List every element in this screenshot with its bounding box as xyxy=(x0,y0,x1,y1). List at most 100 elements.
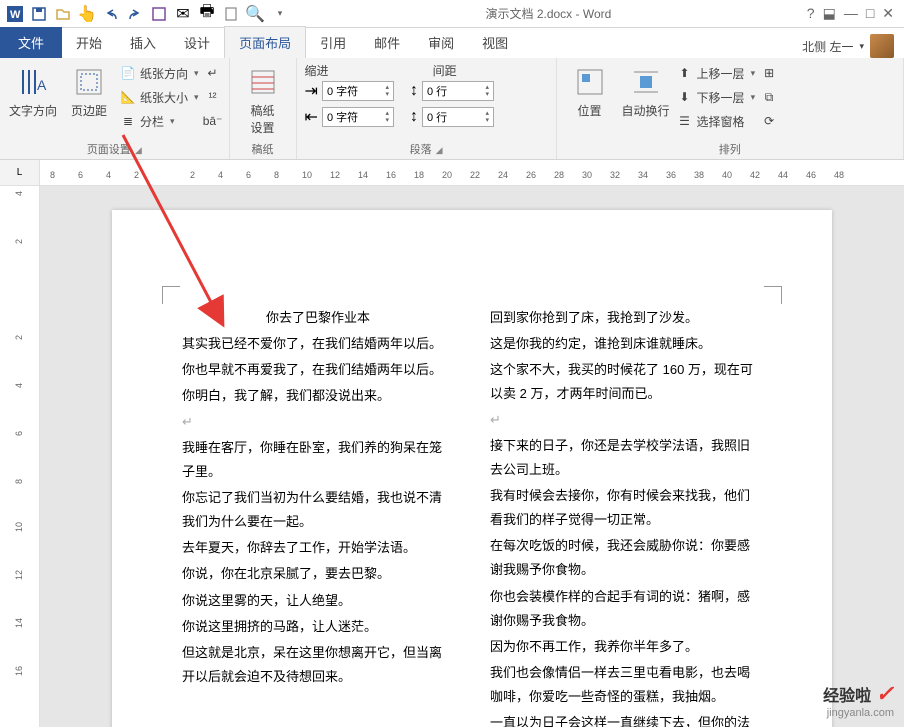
word-app-icon[interactable]: W xyxy=(4,3,26,25)
user-name[interactable]: 北侧 左一 xyxy=(802,38,853,55)
indent-left-input[interactable]: 0 字符▴▾ xyxy=(322,81,394,101)
paragraph[interactable]: 你说这里雾的天，让人绝望。 xyxy=(182,589,454,613)
document-title: 演示文档 2.docx - Word xyxy=(485,5,611,22)
paragraph[interactable]: 我睡在客厅，你睡在卧室，我们养的狗呆在笼子里。 xyxy=(182,436,454,484)
send-backward-button[interactable]: ⬇下移一层 xyxy=(677,86,756,108)
margin-corner-tl xyxy=(162,286,180,304)
paragraph[interactable]: 你说这里拥挤的马路，让人迷茫。 xyxy=(182,615,454,639)
indent-left-icon: ⇥ xyxy=(305,81,318,101)
paragraph[interactable]: 回到家你抢到了床，我抢到了沙发。 xyxy=(490,306,762,330)
title-bar: W 👆 ✉ 🖶 🔍 演示文档 2.docx - Word ? ⬓ — □ ✕ xyxy=(0,0,904,28)
email-icon[interactable]: ✉ xyxy=(172,3,194,25)
help-icon[interactable]: ? xyxy=(807,5,815,22)
redo-icon[interactable] xyxy=(124,3,146,25)
manuscript-settings-button[interactable]: 稿纸 设置 xyxy=(238,62,288,136)
page-setup-dialog-launcher[interactable]: ◢ xyxy=(135,145,142,155)
touch-mode-icon[interactable]: 👆 xyxy=(76,3,98,25)
ribbon: A 文字方向 页边距 📄纸张方向 📐纸张大小 ≣分栏 ↵ ¹² bā⁻ 页面设置… xyxy=(0,58,904,160)
file-tab[interactable]: 文件 xyxy=(0,27,62,58)
text-column-1[interactable]: 你去了巴黎作业本 其实我已经不爱你了，在我们结婚两年以后。你也早就不再爱我了，在… xyxy=(182,306,454,727)
wrap-text-button[interactable]: 自动换行 xyxy=(621,62,671,119)
page-canvas[interactable]: 你去了巴黎作业本 其实我已经不爱你了，在我们结婚两年以后。你也早就不再爱我了，在… xyxy=(40,186,904,727)
position-button[interactable]: 位置 xyxy=(565,62,615,119)
paragraph[interactable]: 你说，你在北京呆腻了，要去巴黎。 xyxy=(182,562,454,586)
paragraph[interactable]: 去年夏天，你辞去了工作，开始学法语。 xyxy=(182,536,454,560)
indent-header: 缩进 xyxy=(305,62,329,79)
tab-page-layout[interactable]: 页面布局 xyxy=(224,26,306,58)
paragraph[interactable]: 但这就是北京，呆在这里你想离开它，但当离开以后就会迫不及待想回来。 xyxy=(182,641,454,689)
bring-forward-button[interactable]: ⬆上移一层 xyxy=(677,62,756,84)
tab-mailings[interactable]: 邮件 xyxy=(360,27,414,58)
paragraph[interactable]: 一直以为日子会这样一直继续下去，但你的法语越来越好，已经可以看懂让·雷诺的电影字… xyxy=(490,711,762,727)
paragraph[interactable]: ↵ xyxy=(182,410,454,434)
align-icon[interactable]: ⊞ xyxy=(761,62,777,84)
group-page-setup: A 文字方向 页边距 📄纸张方向 📐纸张大小 ≣分栏 ↵ ¹² bā⁻ 页面设置… xyxy=(0,58,230,159)
quick-print-icon[interactable]: 🖶 xyxy=(196,3,218,25)
user-avatar-icon[interactable] xyxy=(870,34,894,58)
print-preview-icon[interactable]: 🔍 xyxy=(244,3,266,25)
document-page[interactable]: 你去了巴黎作业本 其实我已经不爱你了，在我们结婚两年以后。你也早就不再爱我了，在… xyxy=(112,210,832,727)
watermark: 经验啦 ✓ jingyanla.com xyxy=(823,681,894,719)
spacing-before-icon: ↕ xyxy=(410,82,418,100)
maximize-icon[interactable]: □ xyxy=(866,5,874,22)
paragraph[interactable]: 你明白，我了解，我们都没说出来。 xyxy=(182,384,454,408)
group-objects-icon[interactable]: ⧉ xyxy=(761,86,777,108)
svg-text:W: W xyxy=(10,9,21,21)
tab-home[interactable]: 开始 xyxy=(62,27,116,58)
user-area: 北侧 左一 ▾ xyxy=(802,34,904,58)
indent-right-input[interactable]: 0 字符▴▾ xyxy=(322,107,394,127)
paragraph[interactable]: 你也早就不再爱我了，在我们结婚两年以后。 xyxy=(182,358,454,382)
tab-references[interactable]: 引用 xyxy=(306,27,360,58)
open-icon[interactable] xyxy=(52,3,74,25)
hyphenation-icon[interactable]: bā⁻ xyxy=(205,110,221,132)
undo-icon[interactable] xyxy=(100,3,122,25)
tab-review[interactable]: 审阅 xyxy=(414,27,468,58)
tab-insert[interactable]: 插入 xyxy=(116,27,170,58)
svg-text:A: A xyxy=(37,77,47,93)
paragraph[interactable]: 这是你我的约定，谁抢到床谁就睡床。 xyxy=(490,332,762,356)
margins-button[interactable]: 页边距 xyxy=(64,62,114,119)
line-numbers-icon[interactable]: ¹² xyxy=(205,86,221,108)
group-manuscript: 稿纸 设置 稿纸 xyxy=(230,58,297,159)
paragraph-dialog-launcher[interactable]: ◢ xyxy=(436,145,443,155)
spacing-before-input[interactable]: 0 行▴▾ xyxy=(422,81,494,101)
vertical-ruler[interactable]: 42246810121416 xyxy=(0,186,40,727)
orientation-button[interactable]: 📄纸张方向 xyxy=(120,62,199,84)
paragraph[interactable]: 你忘记了我们当初为什么要结婚，我也说不清我们为什么要在一起。 xyxy=(182,486,454,534)
ribbon-display-icon[interactable]: ⬓ xyxy=(823,5,836,22)
breaks-icon[interactable]: ↵ xyxy=(205,62,221,84)
window-controls: ? ⬓ — □ ✕ xyxy=(807,5,900,22)
paper-size-button[interactable]: 📐纸张大小 xyxy=(120,86,199,108)
paragraph[interactable]: 我们也会像情侣一样去三里屯看电影，也去喝咖啡，你爱吃一些奇怪的蛋糕，我抽烟。 xyxy=(490,661,762,709)
document-area: 42246810121416 你去了巴黎作业本 其实我已经不爱你了，在我们结婚两… xyxy=(0,186,904,727)
horizontal-ruler[interactable]: L 86422468101214161820222426283032343638… xyxy=(0,160,904,186)
paragraph[interactable]: 这个家不大，我买的时候花了 160 万，现在可以卖 2 万，才两年时间而已。 xyxy=(490,358,762,406)
spacing-after-icon: ↕ xyxy=(410,108,418,126)
tab-design[interactable]: 设计 xyxy=(170,27,224,58)
paragraph[interactable]: 因为你不再工作，我养你半年多了。 xyxy=(490,635,762,659)
ribbon-tabs: 文件 开始 插入 设计 页面布局 引用 邮件 审阅 视图 北侧 左一 ▾ xyxy=(0,28,904,58)
text-direction-button[interactable]: A 文字方向 xyxy=(8,62,58,119)
text-column-2[interactable]: 回到家你抢到了床，我抢到了沙发。这是你我的约定，谁抢到床谁就睡床。这个家不大，我… xyxy=(490,306,762,727)
close-icon[interactable]: ✕ xyxy=(882,5,894,22)
group-arrange: 位置 自动换行 ⬆上移一层 ⬇下移一层 ☰选择窗格 ⊞ ⧉ ⟳ 排列 xyxy=(557,58,904,159)
tab-view[interactable]: 视图 xyxy=(468,27,522,58)
columns-button[interactable]: ≣分栏 xyxy=(120,110,199,132)
paragraph[interactable]: 你也会装模作样的合起手有词的说：猪啊，感谢你赐予我食物。 xyxy=(490,585,762,633)
selection-pane-button[interactable]: ☰选择窗格 xyxy=(677,110,756,132)
minimize-icon[interactable]: — xyxy=(844,5,858,22)
paragraph[interactable]: 其实我已经不爱你了，在我们结婚两年以后。 xyxy=(182,332,454,356)
spacing-after-input[interactable]: 0 行▴▾ xyxy=(422,107,494,127)
paragraph[interactable]: 在每次吃饭的时候，我还会威胁你说：你要感谢我赐予你食物。 xyxy=(490,534,762,582)
tab-selector-icon[interactable]: L xyxy=(0,160,40,185)
save-as-icon[interactable] xyxy=(148,3,170,25)
rotate-icon[interactable]: ⟳ xyxy=(761,110,777,132)
paragraph[interactable]: ↵ xyxy=(490,408,762,432)
column-1-title: 你去了巴黎作业本 xyxy=(182,306,454,330)
paragraph[interactable]: 我有时候会去接你，你有时候会来找我，他们看我们的样子觉得一切正常。 xyxy=(490,484,762,532)
paragraph[interactable]: 接下来的日子，你还是去学校学法语，我照旧去公司上班。 xyxy=(490,434,762,482)
qat-customize-icon[interactable] xyxy=(268,3,290,25)
margin-corner-tr xyxy=(764,286,782,304)
save-icon[interactable] xyxy=(28,3,50,25)
new-doc-icon[interactable] xyxy=(220,3,242,25)
